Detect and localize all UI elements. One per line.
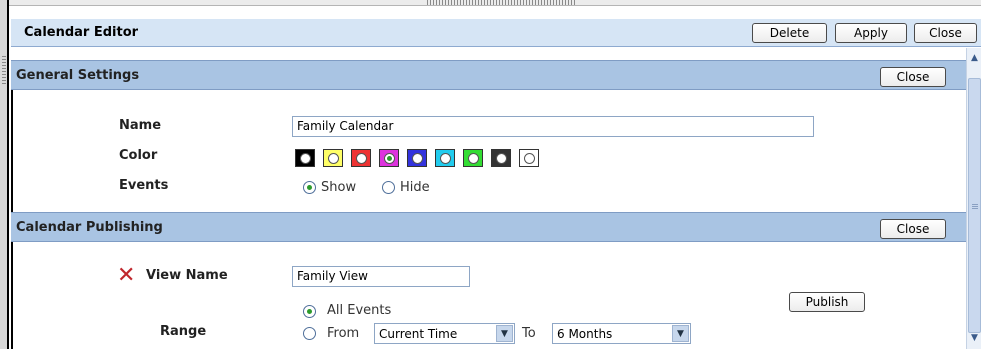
view-name-label: View Name [146, 268, 228, 283]
apply-button[interactable]: Apply [835, 23, 907, 43]
range-label: Range [160, 324, 207, 339]
swatch-radio [412, 153, 423, 164]
swatch-radio [524, 153, 535, 164]
color-swatch[interactable] [407, 149, 427, 167]
swatch-radio [384, 153, 395, 164]
content-left-border [11, 60, 13, 349]
range-from-radio[interactable] [303, 327, 316, 340]
frame-grip[interactable] [2, 56, 6, 86]
left-frame [0, 0, 9, 349]
editor-title: Calendar Editor [24, 25, 139, 40]
all-events-label: All Events [327, 303, 392, 318]
color-label: Color [119, 148, 158, 163]
editor-close-button[interactable]: Close [914, 23, 977, 43]
scrollbar-thumb[interactable] [968, 78, 981, 333]
publishing-close-button[interactable]: Close [880, 219, 946, 239]
general-settings-title: General Settings [16, 68, 140, 83]
swatch-radio [468, 153, 479, 164]
color-swatch[interactable] [323, 149, 343, 167]
events-hide-label: Hide [400, 180, 430, 195]
scrollbar-grip [972, 204, 978, 210]
color-swatch[interactable] [351, 149, 371, 167]
events-show-radio[interactable] [303, 181, 316, 194]
editor-header: Calendar Editor Delete Apply Close [11, 19, 981, 47]
events-show-label: Show [321, 180, 357, 195]
chevron-down-icon: ▼ [496, 325, 513, 342]
color-swatch[interactable] [435, 149, 455, 167]
view-name-input[interactable]: Family View [292, 266, 470, 287]
general-settings-bar: General Settings Close [11, 60, 966, 90]
from-select-value: Current Time [379, 327, 458, 341]
chevron-up-icon[interactable]: ▲ [968, 51, 981, 65]
delete-button[interactable]: Delete [752, 23, 827, 43]
swatch-radio [300, 153, 311, 164]
calendar-publishing-title: Calendar Publishing [16, 220, 163, 235]
color-swatch[interactable] [295, 149, 315, 167]
publish-button[interactable]: Publish [789, 292, 865, 312]
color-swatch[interactable] [463, 149, 483, 167]
name-label: Name [119, 118, 162, 133]
to-select[interactable]: 6 Months ▼ [552, 323, 691, 344]
swatch-radio [440, 153, 451, 164]
from-select[interactable]: Current Time ▼ [374, 323, 515, 344]
color-swatch[interactable] [491, 149, 511, 167]
to-select-value: 6 Months [557, 327, 613, 341]
color-swatch[interactable] [379, 149, 399, 167]
top-resize-strip [9, 0, 981, 6]
resize-handle[interactable] [427, 0, 577, 5]
from-label: From [327, 326, 360, 341]
x-icon[interactable]: ✕ [117, 265, 135, 287]
color-swatch[interactable] [519, 149, 539, 167]
swatch-radio [328, 153, 339, 164]
to-label: To [522, 326, 536, 341]
events-hide-radio[interactable] [382, 181, 395, 194]
chevron-down-icon[interactable]: ▼ [968, 331, 981, 345]
swatch-radio [496, 153, 507, 164]
name-input[interactable]: Family Calendar [292, 116, 814, 137]
vertical-scrollbar[interactable]: ▲ ▼ [966, 48, 981, 349]
swatch-radio [356, 153, 367, 164]
calendar-publishing-bar: Calendar Publishing Close [11, 212, 966, 242]
events-label: Events [119, 178, 169, 193]
range-all-events-radio[interactable] [303, 305, 316, 318]
general-close-button[interactable]: Close [880, 67, 946, 87]
chevron-down-icon: ▼ [672, 325, 689, 342]
